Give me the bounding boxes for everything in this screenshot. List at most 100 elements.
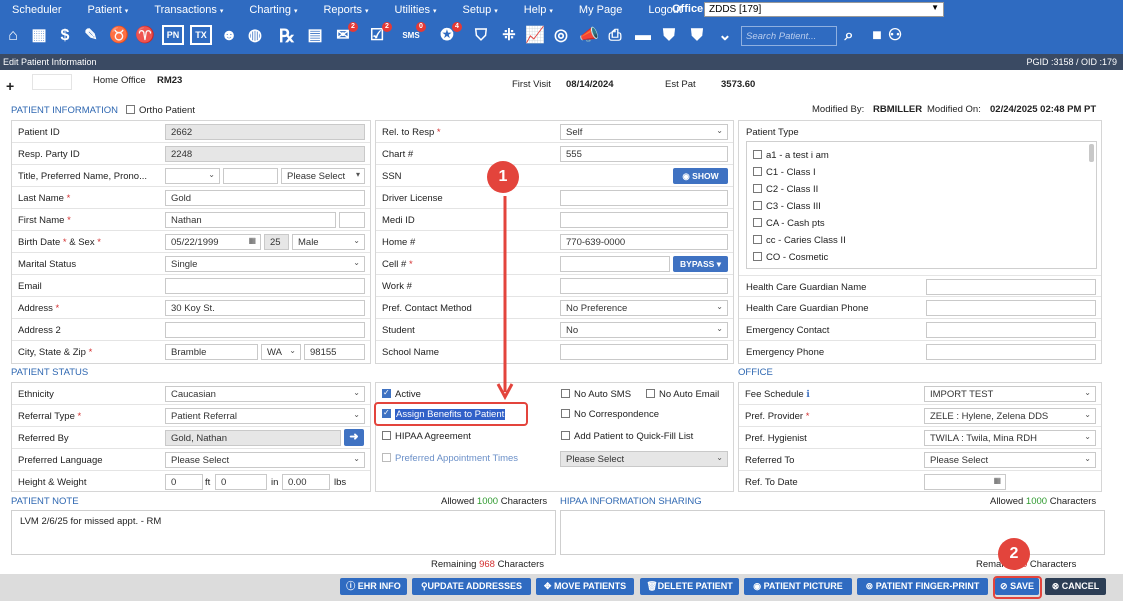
menu-charting[interactable]: Charting ▾ <box>237 4 297 16</box>
home-icon[interactable]: ⌂ <box>2 25 24 47</box>
office-select[interactable]: ZDDS [179] ▼ <box>704 2 944 17</box>
middle-initial-field[interactable] <box>339 212 365 228</box>
shield-icon[interactable]: ⛉ <box>470 25 492 47</box>
arrow-right-icon[interactable]: ➜ <box>344 429 364 446</box>
menu-my-page[interactable]: My Page <box>567 4 622 16</box>
tx-icon[interactable]: TX <box>190 25 212 45</box>
no-auto-sms-checkbox[interactable]: No Auto SMS <box>561 389 631 400</box>
referral-type-select[interactable]: Patient Referral ⌄ <box>165 408 365 424</box>
menu-setup[interactable]: Setup ▾ <box>451 4 498 16</box>
patient-type-item[interactable]: C3 - Class III <box>753 201 821 212</box>
file-icon[interactable]: ▬ <box>632 25 654 47</box>
calendar-icon[interactable]: ▦ <box>28 25 50 47</box>
menu-utilities[interactable]: Utilities ▾ <box>383 4 437 16</box>
preferred-name-field[interactable] <box>223 168 278 184</box>
patient-type-item[interactable]: CA - Cash pts <box>753 218 825 229</box>
zip-field[interactable]: 98155 <box>304 344 365 360</box>
email-field[interactable] <box>165 278 365 294</box>
pref-provider-select[interactable]: ZELE : Hylene, Zelena DDS ⌄ <box>924 408 1096 424</box>
quick-fill-checkbox[interactable]: Add Patient to Quick-Fill List <box>561 431 693 442</box>
height-ft-field[interactable]: 0 <box>165 474 203 490</box>
people-search-icon[interactable]: ⚇ <box>884 25 906 47</box>
search-person-icon[interactable]: ⌕ <box>838 25 860 47</box>
cell-phone-field[interactable] <box>560 256 670 272</box>
home-phone-field[interactable]: 770-639-0000 <box>560 234 728 250</box>
search-patient-input[interactable]: Search Patient... <box>741 26 837 46</box>
patient-type-item[interactable]: C1 - Class I <box>753 167 816 178</box>
sms-icon[interactable]: SMS 0 <box>400 22 426 47</box>
chevron-down-icon[interactable]: ⌄ <box>714 25 736 47</box>
sex-select[interactable]: Male ⌄ <box>292 234 365 250</box>
dollar-icon[interactable]: $ <box>54 25 76 47</box>
patient-type-list[interactable]: a1 - a test i am C1 - Class I C2 - Class… <box>746 141 1097 269</box>
rx-icon[interactable]: ℞ <box>276 25 298 47</box>
no-auto-email-checkbox[interactable]: No Auto Email <box>646 389 719 400</box>
hc-guardian-phone-field[interactable] <box>926 300 1096 316</box>
language-select[interactable]: Please Select ⌄ <box>165 452 365 468</box>
scrollbar[interactable] <box>1089 144 1094 162</box>
pref-appt-checkbox[interactable]: Preferred Appointment Times <box>382 453 518 464</box>
active-checkbox[interactable]: Active <box>382 388 421 400</box>
shield-down-icon[interactable]: ⛊ <box>686 25 708 47</box>
marital-select[interactable]: Single ⌄ <box>165 256 365 272</box>
network-icon[interactable]: ⁜ <box>498 25 520 47</box>
title-select[interactable]: ⌄ <box>165 168 220 184</box>
support-icon[interactable]: ◎ <box>550 25 572 47</box>
pref-hygienist-select[interactable]: TWILA : Twila, Mina RDH ⌄ <box>924 430 1096 446</box>
tooth-outline-icon[interactable]: ♈ <box>134 25 156 47</box>
weight-field[interactable]: 0.00 <box>282 474 330 490</box>
menu-reports[interactable]: Reports ▾ <box>311 4 368 16</box>
document-icon[interactable]: ▤ <box>304 25 326 47</box>
ethnicity-select[interactable]: Caucasian ⌄ <box>165 386 365 402</box>
chart-field[interactable]: 555 <box>560 146 728 162</box>
hipaa-agreement-checkbox[interactable]: HIPAA Agreement <box>382 431 471 442</box>
menu-scheduler[interactable]: Scheduler <box>0 4 62 16</box>
megaphone-icon[interactable]: 📣 <box>578 25 600 47</box>
hc-guardian-name-field[interactable] <box>926 279 1096 295</box>
tooth-icon[interactable]: ♉ <box>108 25 130 47</box>
height-in-field[interactable]: 0 <box>215 474 267 490</box>
menu-patient[interactable]: Patient ▾ <box>76 4 129 16</box>
cancel-button[interactable]: ⊗ CANCEL <box>1045 578 1106 595</box>
work-phone-field[interactable] <box>560 278 728 294</box>
last-name-field[interactable]: Gold <box>165 190 365 206</box>
state-select[interactable]: WA ⌄ <box>261 344 301 360</box>
school-field[interactable] <box>560 344 728 360</box>
add-patient-icon[interactable]: ☻ <box>218 25 240 47</box>
ehr-info-button[interactable]: ⓘ EHR INFO <box>340 578 407 595</box>
move-patients-button[interactable]: ✥ MOVE PATIENTS <box>536 578 634 595</box>
patient-picture-button[interactable]: ◉ PATIENT PICTURE <box>744 578 852 595</box>
menu-transactions[interactable]: Transactions ▾ <box>142 4 223 16</box>
patient-fingerprint-button[interactable]: ⊚ PATIENT FINGER-PRINT <box>857 578 988 595</box>
first-name-field[interactable]: Nathan <box>165 212 336 228</box>
medi-id-field[interactable] <box>560 212 728 228</box>
message-icon[interactable]: ✉ 2 <box>332 22 358 47</box>
notification-icon[interactable]: ✪ 4 <box>436 22 462 47</box>
fee-schedule-select[interactable]: IMPORT TEST ⌄ <box>924 386 1096 402</box>
patient-type-item[interactable]: a1 - a test i am <box>753 150 829 161</box>
address-field[interactable]: 30 Koy St. <box>165 300 365 316</box>
student-select[interactable]: No ⌄ <box>560 322 728 338</box>
patient-type-item[interactable]: CO - Cosmetic <box>753 252 828 263</box>
referred-to-select[interactable]: Please Select ⌄ <box>924 452 1096 468</box>
expand-icon[interactable]: + <box>6 78 14 94</box>
print-icon[interactable]: ⎙ <box>604 25 626 47</box>
shield-check-icon[interactable]: ⛊ <box>658 25 680 47</box>
emergency-contact-field[interactable] <box>926 322 1096 338</box>
driver-license-field[interactable] <box>560 190 728 206</box>
pn-icon[interactable]: PN <box>162 25 184 45</box>
city-field[interactable]: Bramble <box>165 344 258 360</box>
birth-date-field[interactable]: 05/22/1999 ▦ <box>165 234 261 250</box>
menu-help[interactable]: Help ▾ <box>512 4 553 16</box>
patient-note-textarea[interactable]: LVM 2/6/25 for missed appt. - RM <box>11 510 556 555</box>
bypass-button[interactable]: BYPASS ▾ <box>673 256 728 272</box>
ref-to-date-field[interactable]: ▦ <box>924 474 1006 490</box>
patient-type-item[interactable]: C2 - Class II <box>753 184 818 195</box>
info-icon[interactable]: ℹ <box>806 389 810 400</box>
update-addresses-button[interactable]: ⚲UPDATE ADDRESSES <box>412 578 531 595</box>
patient-type-item[interactable]: cc - Caries Class II <box>753 235 846 246</box>
pronoun-select[interactable]: Please Select ▾ <box>281 168 365 184</box>
show-ssn-button[interactable]: ◉ SHOW <box>673 168 728 184</box>
address2-field[interactable] <box>165 322 365 338</box>
pref-contact-select[interactable]: No Preference ⌄ <box>560 300 728 316</box>
